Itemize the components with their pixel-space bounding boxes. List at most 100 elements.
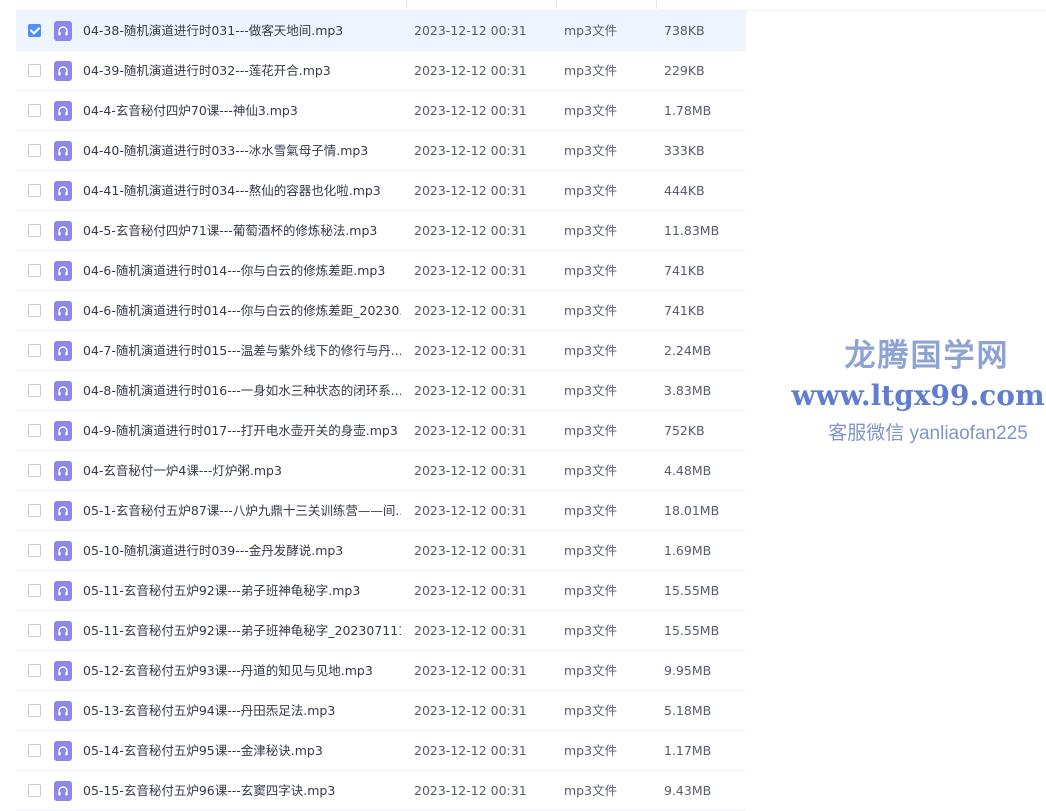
file-modified-date: 2023-12-12 00:31	[414, 343, 527, 358]
audio-file-icon	[54, 141, 72, 161]
file-name[interactable]: 04-4-玄音秘付四炉70课---神仙3.mp3	[83, 91, 401, 131]
audio-file-icon	[54, 21, 72, 41]
file-row[interactable]: 05-14-玄音秘付五炉95课---金津秘诀.mp3 2023-12-12 00:…	[16, 731, 746, 771]
watermark-url: www.ltgx99.com	[791, 379, 1045, 412]
watermark-title: 龙腾国学网	[844, 338, 1010, 374]
file-size: 741KB	[664, 263, 705, 278]
row-checkbox[interactable]	[28, 424, 41, 437]
file-modified-date: 2023-12-12 00:31	[414, 623, 527, 638]
audio-file-icon	[54, 61, 72, 81]
file-name[interactable]: 04-5-玄音秘付四炉71课---葡萄酒杯的修炼秘法.mp3	[83, 211, 401, 251]
file-name[interactable]: 05-14-玄音秘付五炉95课---金津秘诀.mp3	[83, 731, 401, 771]
file-name[interactable]: 04-39-随机演道进行时032---莲花开合.mp3	[83, 51, 401, 91]
file-row[interactable]: 04-38-随机演道进行时031---做客天地间.mp3 2023-12-12 0…	[16, 11, 746, 51]
file-name[interactable]: 05-12-玄音秘付五炉93课---丹道的知见与见地.mp3	[83, 651, 401, 691]
audio-file-icon	[54, 301, 72, 321]
watermark-contact: 客服微信 yanliaofan225	[828, 423, 1028, 444]
file-row[interactable]: 05-12-玄音秘付五炉93课---丹道的知见与见地.mp3 2023-12-12…	[16, 651, 746, 691]
file-row[interactable]: 05-10-随机演道进行时039---金丹发酵说.mp3 2023-12-12 0…	[16, 531, 746, 571]
audio-file-icon	[54, 341, 72, 361]
row-checkbox[interactable]	[28, 704, 41, 717]
row-checkbox[interactable]	[28, 144, 41, 157]
row-checkbox[interactable]	[28, 104, 41, 117]
file-modified-date: 2023-12-12 00:31	[414, 303, 527, 318]
file-modified-date: 2023-12-12 00:31	[414, 143, 527, 158]
column-divider[interactable]	[556, 0, 557, 9]
watermark: 龙腾国学网 www.ltgx99.com 客服微信 yanliaofan225	[790, 330, 1046, 445]
row-checkbox[interactable]	[28, 584, 41, 597]
file-name[interactable]: 04-8-随机演道进行时016---一身如水三种状态的闭环系...	[83, 371, 401, 411]
row-checkbox[interactable]	[28, 304, 41, 317]
file-row[interactable]: 04-9-随机演道进行时017---打开电水壶开关的身壶.mp3 2023-12-…	[16, 411, 746, 451]
file-row[interactable]: 04-40-随机演道进行时033---冰水雪氣母子情.mp3 2023-12-12…	[16, 131, 746, 171]
file-modified-date: 2023-12-12 00:31	[414, 183, 527, 198]
row-checkbox[interactable]	[28, 184, 41, 197]
file-modified-date: 2023-12-12 00:31	[414, 783, 527, 798]
file-name[interactable]: 05-15-玄音秘付五炉96课---玄窦四字诀.mp3	[83, 771, 401, 811]
file-name[interactable]: 05-10-随机演道进行时039---金丹发酵说.mp3	[83, 531, 401, 571]
file-type: mp3文件	[564, 423, 618, 438]
file-row[interactable]: 04-8-随机演道进行时016---一身如水三种状态的闭环系... 2023-12…	[16, 371, 746, 411]
audio-file-icon	[54, 501, 72, 521]
file-row[interactable]: 05-1-玄音秘付五炉87课---八炉九鼎十三关训练营——间... 2023-12…	[16, 491, 746, 531]
file-name[interactable]: 04-6-随机演道进行时014---你与白云的修炼差距_20230...	[83, 291, 401, 331]
file-row[interactable]: 04-玄音秘付一炉4课---灯炉粥.mp3 2023-12-12 00:31 mp3…	[16, 451, 746, 491]
row-checkbox[interactable]	[28, 344, 41, 357]
row-checkbox[interactable]	[28, 464, 41, 477]
file-row[interactable]: 04-41-随机演道进行时034---熬仙的容器也化啦.mp3 2023-12-1…	[16, 171, 746, 211]
file-row[interactable]: 04-7-随机演道进行时015---温差与紫外线下的修行与丹... 2023-12…	[16, 331, 746, 371]
file-row[interactable]: 05-11-玄音秘付五炉92课---弟子班神龟秘字_202307111... 20…	[16, 611, 746, 651]
file-name[interactable]: 04-9-随机演道进行时017---打开电水壶开关的身壶.mp3	[83, 411, 401, 451]
audio-file-icon	[54, 701, 72, 721]
file-modified-date: 2023-12-12 00:31	[414, 263, 527, 278]
row-checkbox[interactable]	[28, 544, 41, 557]
row-checkbox[interactable]	[28, 784, 41, 797]
audio-file-icon	[54, 461, 72, 481]
row-checkbox[interactable]	[28, 664, 41, 677]
file-name[interactable]: 04-40-随机演道进行时033---冰水雪氣母子情.mp3	[83, 131, 401, 171]
file-type: mp3文件	[564, 63, 618, 78]
audio-file-icon	[54, 741, 72, 761]
row-checkbox[interactable]	[28, 224, 41, 237]
file-row[interactable]: 04-6-随机演道进行时014---你与白云的修炼差距.mp3 2023-12-1…	[16, 251, 746, 291]
audio-file-icon	[54, 781, 72, 801]
file-type: mp3文件	[564, 463, 618, 478]
file-name[interactable]: 04-7-随机演道进行时015---温差与紫外线下的修行与丹...	[83, 331, 401, 371]
row-checkbox[interactable]	[28, 624, 41, 637]
file-size: 3.83MB	[664, 383, 712, 398]
file-row[interactable]: 04-6-随机演道进行时014---你与白云的修炼差距_20230... 2023…	[16, 291, 746, 331]
file-row[interactable]: 04-39-随机演道进行时032---莲花开合.mp3 2023-12-12 00…	[16, 51, 746, 91]
file-row[interactable]: 05-11-玄音秘付五炉92课---弟子班神龟秘字.mp3 2023-12-12 …	[16, 571, 746, 611]
file-name[interactable]: 05-13-玄音秘付五炉94课---丹田炁足法.mp3	[83, 691, 401, 731]
column-divider[interactable]	[656, 0, 657, 9]
file-name[interactable]: 04-38-随机演道进行时031---做客天地间.mp3	[83, 11, 401, 51]
file-modified-date: 2023-12-12 00:31	[414, 103, 527, 118]
file-modified-date: 2023-12-12 00:31	[414, 743, 527, 758]
file-size: 1.78MB	[664, 103, 712, 118]
file-size: 2.24MB	[664, 343, 712, 358]
file-modified-date: 2023-12-12 00:31	[414, 23, 527, 38]
file-name[interactable]: 05-11-玄音秘付五炉92课---弟子班神龟秘字.mp3	[83, 571, 401, 611]
file-row[interactable]: 04-5-玄音秘付四炉71课---葡萄酒杯的修炼秘法.mp3 2023-12-12…	[16, 211, 746, 251]
file-name[interactable]: 04-玄音秘付一炉4课---灯炉粥.mp3	[83, 451, 401, 491]
file-row[interactable]: 05-15-玄音秘付五炉96课---玄窦四字诀.mp3 2023-12-12 00…	[16, 771, 746, 811]
column-divider[interactable]	[406, 0, 407, 9]
file-name[interactable]: 05-1-玄音秘付五炉87课---八炉九鼎十三关训练营——间...	[83, 491, 401, 531]
row-checkbox[interactable]	[28, 384, 41, 397]
file-name[interactable]: 04-6-随机演道进行时014---你与白云的修炼差距.mp3	[83, 251, 401, 291]
row-checkbox[interactable]	[28, 744, 41, 757]
file-type: mp3文件	[564, 783, 618, 798]
file-row[interactable]: 05-13-玄音秘付五炉94课---丹田炁足法.mp3 2023-12-12 00…	[16, 691, 746, 731]
file-size: 333KB	[664, 143, 705, 158]
audio-file-icon	[54, 581, 72, 601]
row-checkbox[interactable]	[28, 24, 41, 37]
file-size: 1.17MB	[664, 743, 712, 758]
audio-file-icon	[54, 621, 72, 641]
row-checkbox[interactable]	[28, 264, 41, 277]
file-modified-date: 2023-12-12 00:31	[414, 703, 527, 718]
row-checkbox[interactable]	[28, 64, 41, 77]
file-name[interactable]: 05-11-玄音秘付五炉92课---弟子班神龟秘字_202307111...	[83, 611, 401, 651]
file-name[interactable]: 04-41-随机演道进行时034---熬仙的容器也化啦.mp3	[83, 171, 401, 211]
row-checkbox[interactable]	[28, 504, 41, 517]
file-row[interactable]: 04-4-玄音秘付四炉70课---神仙3.mp3 2023-12-12 00:31…	[16, 91, 746, 131]
